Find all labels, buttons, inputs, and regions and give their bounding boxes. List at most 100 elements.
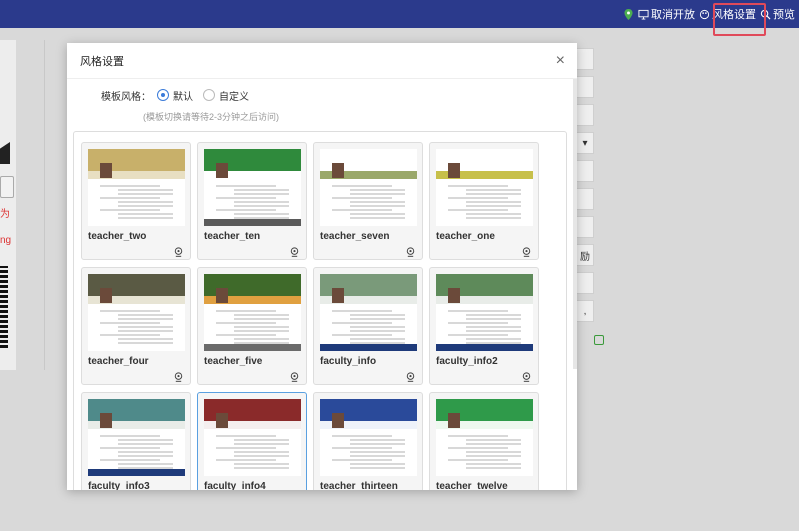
template-thumbnail <box>436 149 533 226</box>
radio-default[interactable]: 默认 <box>157 88 193 103</box>
thumbnail-text-line <box>350 330 405 332</box>
template-name: faculty_info4 <box>204 481 266 490</box>
location-pin-icon[interactable] <box>522 372 531 382</box>
template-name: teacher_five <box>204 356 263 367</box>
location-pin-icon[interactable] <box>406 372 415 382</box>
thumbnail-text-line <box>466 463 521 465</box>
thumbnail-text-line <box>118 342 173 344</box>
template-card[interactable]: teacher_ten <box>197 142 307 260</box>
thumbnail-text-line <box>216 459 276 461</box>
thumbnail-text-line <box>118 314 173 316</box>
thumbnail-text-line <box>350 467 405 469</box>
template-name: faculty_info <box>320 356 377 367</box>
template-card[interactable]: faculty_info <box>313 267 423 385</box>
template-name: teacher_seven <box>320 231 390 242</box>
dialog-scrollbar[interactable] <box>573 79 577 369</box>
template-card[interactable]: teacher_four <box>81 267 191 385</box>
template-card[interactable]: teacher_two <box>81 142 191 260</box>
close-icon[interactable]: × <box>556 52 565 69</box>
location-pin-icon <box>624 8 633 20</box>
thumbnail-text-line <box>118 213 173 215</box>
thumbnail-portrait <box>332 288 344 303</box>
thumbnail-text-line <box>118 318 173 320</box>
thumbnail-text-line <box>118 451 173 453</box>
monitor-icon <box>638 9 649 20</box>
thumbnail-text-line <box>350 451 405 453</box>
background-field <box>576 76 594 98</box>
template-card[interactable]: teacher_seven <box>313 142 423 260</box>
location-pin-icon[interactable] <box>522 247 531 257</box>
thumbnail-text-line <box>100 322 160 324</box>
dialog-header: 风格设置 × <box>67 43 577 79</box>
thumbnail-text-line <box>234 330 289 332</box>
thumbnail-text-line <box>332 447 392 449</box>
dialog-title: 风格设置 <box>80 55 124 68</box>
thumbnail-portrait <box>448 288 460 303</box>
thumbnail-text-line <box>118 330 173 332</box>
template-thumbnail <box>320 399 417 476</box>
template-card[interactable]: faculty_info4 <box>197 392 307 490</box>
thumbnail-text-line <box>332 435 392 437</box>
thumbnail-portrait <box>100 413 112 428</box>
background-divider <box>44 40 45 370</box>
location-pin-icon[interactable] <box>174 247 183 257</box>
radio-custom-label: 自定义 <box>219 91 249 103</box>
background-red-text-2: ng <box>0 235 12 246</box>
location-pin-icon[interactable] <box>174 372 183 382</box>
thumbnail-text-line <box>466 193 521 195</box>
template-name: teacher_one <box>436 231 495 242</box>
thumbnail-text-line <box>332 334 392 336</box>
thumbnail-text-line <box>466 314 521 316</box>
template-card[interactable]: teacher_five <box>197 267 307 385</box>
thumbnail-text-line <box>448 334 508 336</box>
template-card[interactable]: teacher_twelve <box>429 392 539 490</box>
template-thumbnail <box>88 399 185 476</box>
location-pin-icon[interactable] <box>290 247 299 257</box>
thumbnail-portrait <box>216 288 228 303</box>
thumbnail-text-line <box>118 205 173 207</box>
thumbnail-portrait <box>216 163 228 178</box>
thumbnail-text-line <box>234 326 289 328</box>
background-green-icon <box>594 335 604 345</box>
template-thumbnail <box>204 399 301 476</box>
thumbnail-text-line <box>234 455 289 457</box>
background-field <box>576 216 594 238</box>
thumbnail-text-line <box>118 201 173 203</box>
thumbnail-text-line <box>332 185 392 187</box>
thumbnail-text-line <box>234 193 289 195</box>
thumbnail-footer <box>436 344 533 351</box>
location-pin-icon[interactable] <box>406 247 415 257</box>
template-card[interactable]: teacher_thirteen <box>313 392 423 490</box>
thumbnail-text-line <box>234 338 289 340</box>
template-style-label: 模板风格： <box>101 91 151 103</box>
background-field-text: 励 <box>576 244 594 266</box>
thumbnail-text-line <box>350 314 405 316</box>
thumbnail-text-line <box>466 330 521 332</box>
background-field <box>576 48 594 70</box>
location-pin-icon[interactable] <box>290 372 299 382</box>
cancel-open-button[interactable]: 取消开放 <box>638 6 695 22</box>
radio-custom[interactable]: 自定义 <box>203 88 249 103</box>
thumbnail-text-line <box>466 318 521 320</box>
background-qr-code <box>0 266 8 348</box>
thumbnail-footer <box>204 219 301 226</box>
template-name: teacher_four <box>88 356 149 367</box>
thumbnail-text-line <box>234 451 289 453</box>
thumbnail-text-line <box>448 322 508 324</box>
thumbnail-text-line <box>234 463 289 465</box>
thumbnail-text-line <box>350 217 405 219</box>
thumbnail-text-line <box>234 213 289 215</box>
thumbnail-text-line <box>350 213 405 215</box>
thumbnail-text-line <box>350 205 405 207</box>
radio-button-icon <box>203 89 215 101</box>
location-action[interactable] <box>623 8 634 20</box>
template-card[interactable]: faculty_info2 <box>429 267 539 385</box>
template-card[interactable]: teacher_one <box>429 142 539 260</box>
radio-button-checked-icon <box>157 89 169 101</box>
template-card[interactable]: faculty_info3 <box>81 392 191 490</box>
thumbnail-text-line <box>350 338 405 340</box>
thumbnail-text-line <box>466 455 521 457</box>
thumbnail-text-line <box>118 443 173 445</box>
thumbnail-text-line <box>350 326 405 328</box>
thumbnail-footer <box>204 344 301 351</box>
